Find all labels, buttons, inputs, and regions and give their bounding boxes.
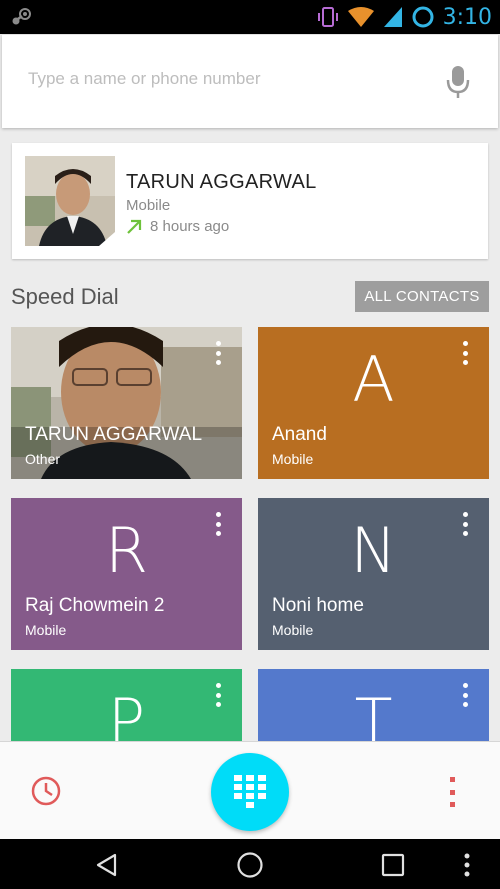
vibrate-icon	[317, 7, 338, 27]
back-icon[interactable]	[93, 851, 121, 879]
search-bar[interactable]: Type a name or phone number	[2, 35, 498, 128]
tile-menu-icon[interactable]	[459, 339, 471, 367]
tile-menu-icon[interactable]	[212, 339, 224, 367]
tile-name: TARUN AGGARWAL	[25, 424, 203, 445]
speed-dial-tile[interactable]: R Raj Chowmein 2 Mobile	[11, 498, 242, 650]
avatar	[25, 156, 115, 246]
dialpad-button[interactable]	[211, 753, 289, 831]
tile-letter: R	[104, 514, 149, 587]
history-icon[interactable]	[30, 775, 62, 807]
tile-type: Mobile	[272, 622, 314, 638]
recents-icon[interactable]	[379, 851, 407, 879]
tile-menu-icon[interactable]	[212, 510, 224, 538]
wifi-icon	[347, 7, 374, 27]
speed-dial-tile[interactable]: T	[258, 669, 489, 741]
status-time: 3:10	[442, 4, 492, 30]
bottom-action-bar	[0, 741, 500, 839]
recent-call-type: Mobile	[126, 197, 171, 214]
speed-dial-title: Speed Dial	[11, 284, 119, 309]
search-input[interactable]: Type a name or phone number	[28, 69, 260, 89]
steam-icon	[12, 8, 31, 25]
tile-letter: N	[350, 514, 397, 587]
tile-name: Anand	[272, 424, 327, 445]
status-bar: 3:10	[0, 0, 500, 34]
tile-menu-icon[interactable]	[212, 681, 224, 709]
tile-menu-icon[interactable]	[459, 510, 471, 538]
microphone-icon[interactable]	[446, 65, 470, 99]
speed-dial-tile[interactable]: N Noni home Mobile	[258, 498, 489, 650]
all-contacts-button[interactable]: ALL CONTACTS	[355, 281, 489, 312]
navigation-bar	[0, 839, 500, 889]
tile-name: Noni home	[272, 595, 364, 616]
overflow-menu-icon[interactable]	[446, 776, 458, 808]
dialpad-icon	[234, 775, 266, 808]
speed-dial-tile[interactable]: P	[11, 669, 242, 741]
home-icon[interactable]	[236, 851, 264, 879]
cell-signal-icon	[383, 7, 402, 27]
outgoing-call-arrow-icon	[127, 219, 142, 234]
speed-dial-tile[interactable]: A Anand Mobile	[258, 327, 489, 479]
speed-dial-tile[interactable]: TARUN AGGARWAL Other	[11, 327, 242, 479]
recent-call-name: TARUN AGGARWAL	[126, 171, 317, 193]
tile-menu-icon[interactable]	[459, 681, 471, 709]
tile-name: Raj Chowmein 2	[25, 595, 165, 616]
recent-call-time-row: 8 hours ago	[126, 218, 229, 235]
recent-call-card[interactable]: TARUN AGGARWAL Mobile 8 hours ago	[12, 143, 488, 259]
tile-letter: T	[354, 685, 393, 741]
tile-type: Mobile	[272, 451, 314, 467]
tile-letter: A	[352, 343, 395, 416]
nav-overflow-icon[interactable]	[460, 851, 474, 879]
tile-letter: P	[107, 685, 146, 741]
battery-icon	[412, 6, 434, 28]
tile-type: Mobile	[25, 622, 67, 638]
recent-call-time: 8 hours ago	[150, 218, 230, 235]
tile-type: Other	[25, 451, 61, 467]
